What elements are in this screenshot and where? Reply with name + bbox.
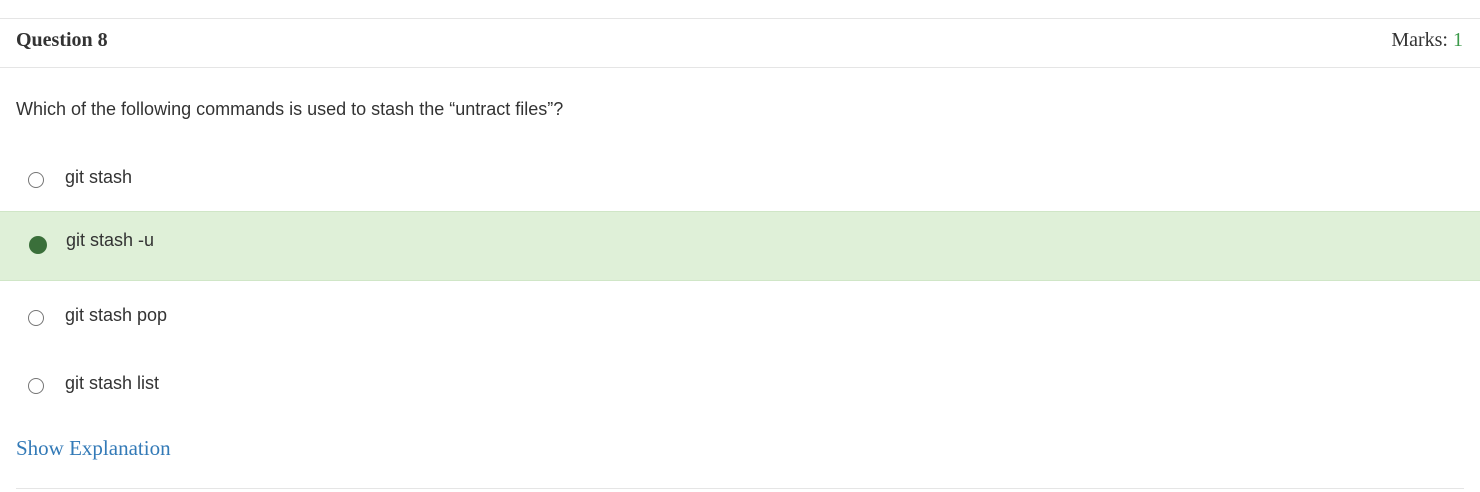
answer-option-label: git stash pop [65,305,168,325]
radio-button-selected[interactable] [29,236,47,254]
marks-value: 1 [1453,29,1463,51]
answer-option-1[interactable]: git stash [0,143,1480,211]
question-text: Which of the following commands is used … [16,99,564,119]
radio-button-unselected[interactable] [28,310,44,326]
question-header: Question 8 Marks: 1 [0,18,1480,68]
radio-button-unselected[interactable] [28,378,44,394]
marks-indicator: Marks: 1 [1391,29,1463,52]
radio-button-unselected[interactable] [28,172,44,188]
answer-option-3[interactable]: git stash pop [0,281,1480,349]
answer-options: git stash git stash -u git stash pop git… [0,143,1480,417]
answer-option-label: git stash -u [66,230,155,250]
marks-label: Marks: [1391,29,1453,51]
show-explanation-link[interactable]: Show Explanation [16,436,171,461]
bottom-divider [16,488,1464,489]
question-title: Question 8 [16,29,108,51]
answer-option-2[interactable]: git stash -u [0,211,1480,281]
answer-option-4[interactable]: git stash list [0,349,1480,417]
answer-option-label: git stash list [65,373,160,393]
answer-option-label: git stash [65,167,133,187]
quiz-question-panel: Question 8 Marks: 1 Which of the followi… [0,0,1480,492]
